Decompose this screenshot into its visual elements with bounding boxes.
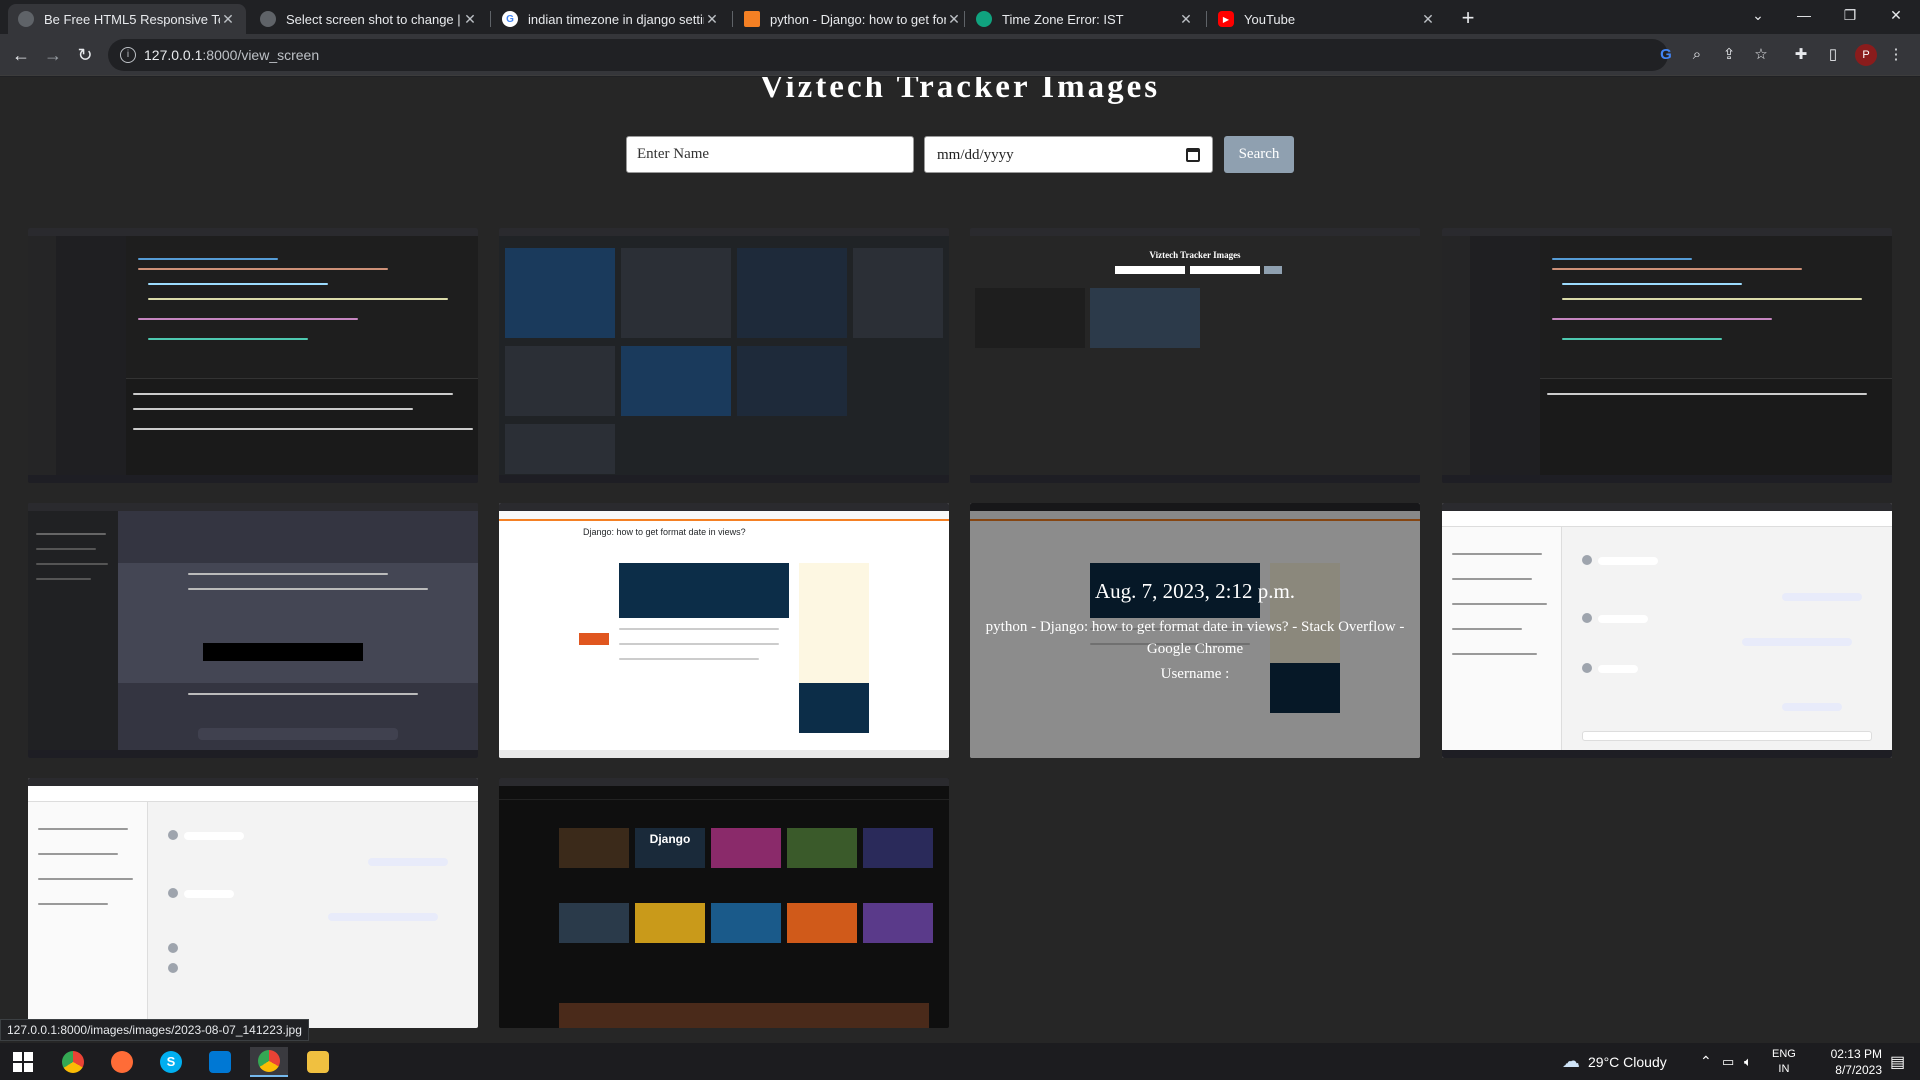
clock[interactable]: 02:13 PM 8/7/2023: [1818, 1043, 1882, 1080]
language-indicator[interactable]: ENG IN: [1772, 1043, 1796, 1080]
thumbnail-caption: Django: [635, 828, 705, 868]
back-icon[interactable]: ←: [8, 42, 34, 68]
volume-icon[interactable]: 🔈︎: [1744, 1043, 1752, 1080]
date-placeholder: mm/dd/yyyy: [937, 147, 1014, 163]
menu-icon[interactable]: ⋮: [1885, 44, 1907, 66]
search-button[interactable]: Search: [1224, 136, 1294, 173]
close-icon[interactable]: ✕: [1420, 11, 1436, 28]
lang-region: IN: [1778, 1062, 1790, 1075]
tab-title: Be Free HTML5 Responsive Temp: [44, 11, 220, 27]
browser-toolbar: ← → ↻ i 127.0.0.1:8000/view_screen G ⌕ ⇪…: [0, 34, 1920, 76]
screenshot-thumbnail[interactable]: [499, 228, 949, 483]
screenshot-thumbnail[interactable]: Viztech Tracker Images: [970, 228, 1420, 483]
close-icon[interactable]: ✕: [1178, 11, 1194, 28]
close-icon[interactable]: ✕: [462, 11, 478, 28]
tab-google-search[interactable]: G indian timezone in django settin ✕: [492, 4, 730, 34]
tab-strip: Be Free HTML5 Responsive Temp ✕ Select s…: [0, 0, 1920, 34]
tab-title: Select screen shot to change | Dj: [286, 11, 462, 27]
link-status-bar: 127.0.0.1:8000/images/images/2023-08-07_…: [0, 1019, 309, 1041]
chrome-app-icon[interactable]: [54, 1047, 92, 1077]
close-icon[interactable]: ✕: [946, 11, 962, 28]
tab-title: YouTube: [1244, 11, 1296, 27]
url-text: 127.0.0.1:8000/view_screen: [144, 47, 320, 63]
lang-code: ENG: [1772, 1047, 1796, 1060]
calendar-icon[interactable]: [1186, 148, 1200, 162]
close-icon[interactable]: ✕: [704, 11, 720, 28]
stackoverflow-icon: [744, 11, 760, 27]
tab-chatgpt[interactable]: Time Zone Error: IST ✕: [966, 4, 1204, 34]
minimize-button[interactable]: —: [1781, 0, 1827, 30]
profile-avatar[interactable]: P: [1855, 44, 1877, 66]
weather-widget[interactable]: ☁ 29°C Cloudy: [1562, 1043, 1667, 1080]
tab-stackoverflow[interactable]: python - Django: how to get for ✕: [734, 4, 972, 34]
tab-title: Time Zone Error: IST: [1002, 11, 1124, 27]
vscode-app-icon[interactable]: [201, 1047, 239, 1077]
youtube-icon: ▶: [1218, 11, 1234, 27]
clock-date: 8/7/2023: [1835, 1062, 1882, 1077]
restore-button[interactable]: ❐: [1827, 0, 1873, 30]
thumbnail-caption: Viztech Tracker Images: [1149, 250, 1241, 260]
zoom-icon[interactable]: ⌕: [1686, 44, 1708, 66]
screenshot-thumbnail-hovered[interactable]: Aug. 7, 2023, 2:12 p.m. python - Django:…: [970, 503, 1420, 758]
date-input[interactable]: mm/dd/yyyy: [924, 136, 1213, 173]
screenshot-username: Username :: [1160, 665, 1230, 682]
chatgpt-icon: [976, 11, 992, 27]
forward-icon[interactable]: →: [40, 42, 66, 68]
weather-text: 29°C Cloudy: [1588, 1053, 1667, 1070]
reload-icon[interactable]: ↻: [72, 42, 98, 68]
screenshot-thumbnail[interactable]: Django: [499, 778, 949, 1028]
thumbnail-hover-overlay: Aug. 7, 2023, 2:12 p.m. python - Django:…: [970, 503, 1420, 758]
tab-be-free[interactable]: Be Free HTML5 Responsive Temp ✕: [8, 4, 246, 34]
share-icon[interactable]: ⇪: [1718, 44, 1740, 66]
bookmark-star-icon[interactable]: ☆: [1750, 44, 1772, 66]
screenshot-thumbnail[interactable]: [1442, 503, 1892, 758]
site-info-icon[interactable]: i: [120, 47, 136, 63]
google-icon: G: [502, 11, 518, 27]
tab-title: python - Django: how to get for: [770, 11, 946, 27]
thumbnail-caption: Django: how to get format date in views?: [583, 527, 746, 537]
screenshot-thumbnail[interactable]: [28, 778, 478, 1028]
close-window-button[interactable]: ✕: [1873, 0, 1919, 30]
windows-taskbar: S ☁ 29°C Cloudy ⌃ ▭ 🔈︎ ENG IN 02:13 PM 8…: [0, 1043, 1920, 1080]
tab-title: indian timezone in django settin: [528, 11, 704, 27]
skype-app-icon[interactable]: S: [152, 1047, 190, 1077]
screenshot-thumbnail[interactable]: [28, 228, 478, 483]
new-tab-button[interactable]: +: [1455, 6, 1481, 32]
file-explorer-app-icon[interactable]: [299, 1047, 337, 1077]
clock-time: 02:13 PM: [1830, 1046, 1882, 1061]
screenshot-date: Aug. 7, 2023, 2:12 p.m.: [1094, 578, 1296, 603]
screenshot-window-title: python - Django: how to get format date …: [985, 618, 1405, 657]
address-bar[interactable]: i 127.0.0.1:8000/view_screen: [108, 39, 1668, 71]
network-icon[interactable]: ▭: [1722, 1043, 1734, 1080]
tab-youtube[interactable]: ▶ YouTube ✕: [1208, 4, 1446, 34]
postman-app-icon[interactable]: [103, 1047, 141, 1077]
notification-icon[interactable]: ▤: [1890, 1043, 1905, 1080]
globe-icon: [18, 11, 34, 27]
screenshot-thumbnail[interactable]: [1442, 228, 1892, 483]
chrome-profile-app-icon[interactable]: [250, 1047, 288, 1077]
screenshot-thumbnail[interactable]: [28, 503, 478, 758]
screenshot-thumbnail[interactable]: Django: how to get format date in views?: [499, 503, 949, 758]
close-icon[interactable]: ✕: [220, 11, 236, 28]
cloud-icon: ☁: [1562, 1051, 1580, 1071]
google-lens-icon[interactable]: G: [1655, 44, 1677, 66]
tab-select-screenshot[interactable]: Select screen shot to change | Dj ✕: [250, 4, 488, 34]
side-panel-icon[interactable]: ▯: [1822, 44, 1844, 66]
page-title: Viztech Tracker Images: [759, 77, 1161, 105]
page-content: Viztech Tracker Images mm/dd/yyyy Search: [0, 77, 1920, 1043]
start-button[interactable]: [4, 1047, 42, 1077]
name-search-input[interactable]: [626, 136, 914, 173]
extensions-icon[interactable]: ✚: [1790, 44, 1812, 66]
chevron-up-icon[interactable]: ⌃: [1700, 1043, 1712, 1080]
tab-search-button[interactable]: ⌄: [1735, 0, 1781, 30]
globe-icon: [260, 11, 276, 27]
